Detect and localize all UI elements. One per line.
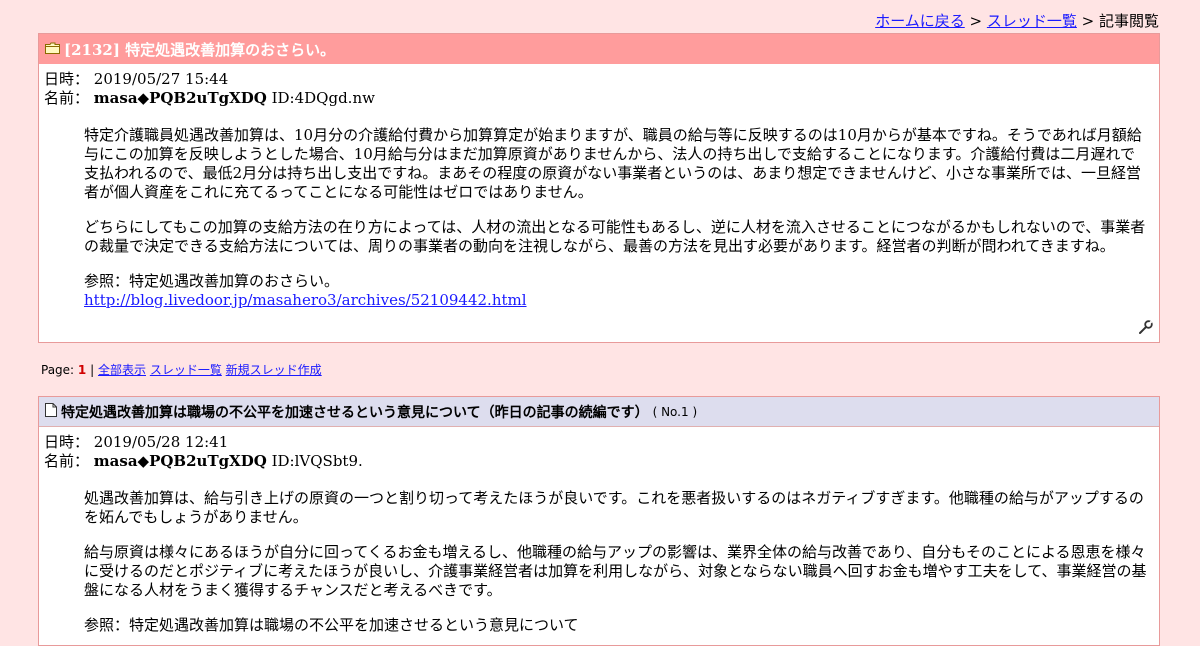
- pager-separator: |: [90, 363, 95, 377]
- post-date: 2019/05/28 12:41: [93, 433, 229, 451]
- reference-link[interactable]: http://blog.livedoor.jp/masahero3/archiv…: [84, 291, 527, 309]
- pager: Page: 1 | 全部表示 スレッド一覧 新規スレッド作成: [41, 361, 322, 378]
- post-number: ( No.1 ): [652, 404, 698, 419]
- post-meta: 日時： 2019/05/27 15:44 名前： masa◆PQB2uTgXDQ…: [39, 64, 1159, 108]
- name-label: 名前：: [44, 89, 90, 107]
- thread-list-link[interactable]: スレッド一覧: [150, 363, 222, 377]
- author-name: masa◆PQB2uTgXDQ: [93, 89, 267, 107]
- page-label: Page:: [41, 363, 75, 377]
- name-label: 名前：: [44, 452, 90, 470]
- post-paragraph: 処遇改善加算は、給与引き上げの原資の一つと割り切って考えたほうが良いです。これを…: [84, 489, 1144, 526]
- home-link[interactable]: ホームに戻る: [875, 12, 965, 30]
- document-icon: [45, 402, 57, 421]
- new-thread-link[interactable]: 新規スレッド作成: [226, 363, 322, 377]
- wrench-icon[interactable]: [1139, 320, 1153, 338]
- date-label: 日時：: [44, 433, 90, 451]
- post-header: 特定処遇改善加算は職場の不公平を加速させるという意見について（昨日の記事の続編で…: [39, 397, 1159, 427]
- post-title: [2132] 特定処遇改善加算のおさらい。: [64, 40, 336, 59]
- post-header: [2132] 特定処遇改善加算のおさらい。: [39, 34, 1159, 64]
- author-name: masa◆PQB2uTgXDQ: [93, 452, 267, 470]
- post-paragraph: 給与原資は様々にあるほうが自分に回ってくるお金も増えるし、他職種の給与アップの影…: [84, 543, 1147, 599]
- post-meta: 日時： 2019/05/28 12:41 名前： masa◆PQB2uTgXDQ…: [39, 427, 1159, 471]
- breadcrumb-separator: >: [964, 12, 987, 30]
- breadcrumb-current: 記事閲覧: [1098, 12, 1159, 30]
- breadcrumb: ホームに戻る > スレッド一覧 > 記事閲覧: [875, 10, 1159, 31]
- author-id: ID:4DQgd.nw: [271, 89, 375, 107]
- post-panel-main: [2132] 特定処遇改善加算のおさらい。 日時： 2019/05/27 15:…: [38, 33, 1160, 343]
- thread-list-link[interactable]: スレッド一覧: [987, 12, 1077, 30]
- breadcrumb-separator: >: [1076, 12, 1099, 30]
- post-panel-reply: 特定処遇改善加算は職場の不公平を加速させるという意見について（昨日の記事の続編で…: [38, 396, 1160, 646]
- reference-label: 参照：特定処遇改善加算のおさらい。: [84, 272, 340, 290]
- post-paragraph: どちらにしてもこの加算の支給方法の在り方によっては、人材の流出となる可能性もある…: [84, 218, 1146, 255]
- post-body: 処遇改善加算は、給与引き上げの原資の一つと割り切って考えたほうが良いです。これを…: [84, 489, 1149, 635]
- author-id: ID:lVQSbt9.: [271, 452, 363, 470]
- folder-icon: [45, 40, 60, 58]
- post-body: 特定介護職員処遇改善加算は、10月分の介護給付費から加算算定が始まりますが、職員…: [84, 126, 1149, 310]
- current-page: 1: [77, 363, 87, 377]
- reference-label: 参照：特定処遇改善加算は職場の不公平を加速させるという意見について: [84, 616, 579, 634]
- post-paragraph: 特定介護職員処遇改善加算は、10月分の介護給付費から加算算定が始まりますが、職員…: [84, 126, 1142, 201]
- post-date: 2019/05/27 15:44: [93, 70, 229, 88]
- date-label: 日時：: [44, 70, 90, 88]
- show-all-link[interactable]: 全部表示: [98, 363, 146, 377]
- post-title: 特定処遇改善加算は職場の不公平を加速させるという意見について（昨日の記事の続編で…: [61, 404, 649, 421]
